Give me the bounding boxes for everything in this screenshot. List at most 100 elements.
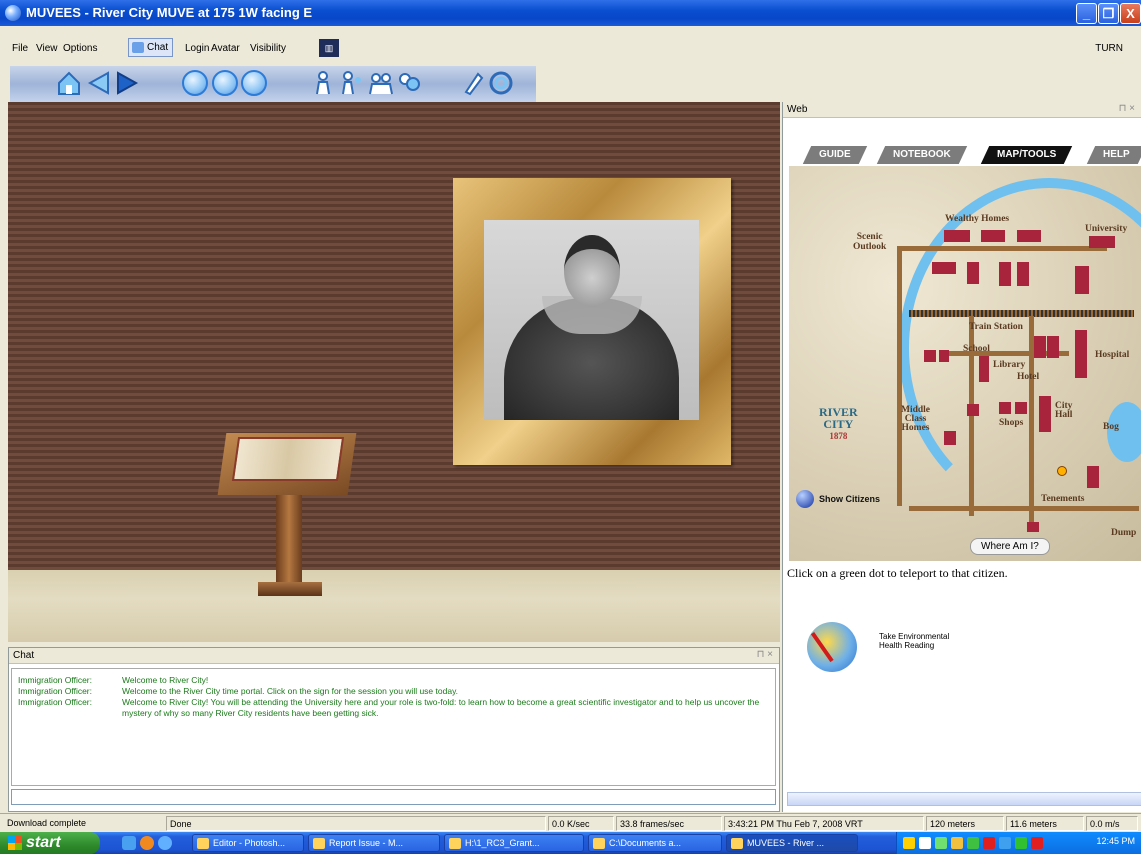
where-am-i-button[interactable]: Where Am I?: [970, 538, 1050, 555]
tray-volume-icon[interactable]: [951, 837, 963, 849]
lectern-post: [276, 495, 302, 587]
window-titlebar[interactable]: MUVEES - River City MUVE at 175 1W facin…: [0, 0, 1141, 26]
menu-view[interactable]: View: [36, 43, 58, 54]
menu-avatar[interactable]: Avatar: [211, 43, 240, 54]
tool-icon[interactable]: [460, 70, 486, 96]
group-icon[interactable]: [368, 70, 394, 96]
chat-sender: Immigration Officer:: [18, 675, 93, 685]
home-icon[interactable]: [56, 70, 82, 96]
map-building: [1087, 466, 1099, 488]
chat-log[interactable]: Immigration Officer: Welcome to River Cit…: [11, 668, 776, 786]
task-report-issue[interactable]: Report Issue - M...: [308, 834, 440, 852]
map-building: [1075, 266, 1089, 294]
map-label-shops: Shops: [999, 418, 1024, 428]
chat-text: Welcome to River City!: [122, 675, 209, 685]
close-button[interactable]: X: [1120, 3, 1141, 24]
map-building: [1034, 336, 1046, 358]
minimize-button[interactable]: _: [1076, 3, 1097, 24]
tray-messenger-icon[interactable]: [1015, 837, 1027, 849]
swirl-icon[interactable]: [488, 70, 514, 96]
start-button[interactable]: start: [0, 832, 100, 854]
map-building: [924, 350, 936, 362]
tab-map-tools[interactable]: MAP/TOOLS: [980, 146, 1073, 164]
circle-1-icon[interactable]: [182, 70, 208, 96]
maximize-button[interactable]: ❐: [1098, 3, 1119, 24]
chat-input[interactable]: [11, 789, 776, 805]
back-arrow-icon[interactable]: [86, 70, 112, 96]
map-title-text: RIVER CITY: [819, 405, 858, 431]
menu-visibility[interactable]: Visibility: [250, 43, 286, 54]
group-2-icon[interactable]: [396, 70, 422, 96]
tray-antivirus-icon[interactable]: [1031, 837, 1043, 849]
map-label-school: School: [963, 344, 990, 354]
show-citizens-toggle[interactable]: Show Citizens: [796, 490, 880, 508]
status-frame-rate: 33.8 frames/sec: [616, 816, 722, 831]
map-label-tenements: Tenements: [1041, 494, 1085, 504]
person-2-icon[interactable]: [338, 70, 364, 96]
chat-message: Immigration Officer: Welcome to River Cit…: [18, 675, 769, 686]
chat-panel-header: Chat ⊓ ×: [9, 648, 779, 664]
open-book[interactable]: [231, 437, 345, 481]
map-label-wealthy-homes: Wealthy Homes: [945, 214, 1010, 224]
map-road: [897, 246, 902, 506]
status-distance-2: 11.6 meters: [1006, 816, 1084, 831]
map-road: [897, 246, 1107, 251]
portrait-frame[interactable]: [453, 178, 731, 465]
task-muvees[interactable]: MUVEES - River ...: [726, 834, 858, 852]
status-done: Done: [166, 816, 546, 831]
environmental-reading-label[interactable]: Take Environmental Health Reading: [879, 632, 999, 650]
circle-2-icon[interactable]: [212, 70, 238, 96]
map-label-dump: Dump: [1111, 528, 1137, 538]
status-bar: Download complete Done 0.0 K/sec 33.8 fr…: [0, 813, 1141, 832]
tray-update-icon[interactable]: [999, 837, 1011, 849]
menu-login[interactable]: Login: [185, 43, 209, 54]
chat-text: Welcome to River City! You will be atten…: [122, 697, 760, 718]
task-documents-folder[interactable]: C:\Documents a...: [588, 834, 722, 852]
tray-shield-icon[interactable]: [903, 837, 915, 849]
quicklaunch-desktop-icon[interactable]: [122, 836, 136, 850]
map-building: [1039, 396, 1051, 432]
tray-app-icon[interactable]: [919, 837, 931, 849]
lectern-base: [258, 582, 322, 596]
web-tabs: GUIDE NOTEBOOK MAP/TOOLS HELP: [789, 142, 1141, 164]
tab-guide[interactable]: GUIDE: [802, 146, 867, 164]
environmental-reading-globe-icon[interactable]: [807, 622, 857, 672]
circle-3-icon[interactable]: [241, 70, 267, 96]
you-are-here-marker: [1057, 466, 1067, 476]
map-building: [1047, 336, 1059, 358]
tab-label: HELP: [1103, 149, 1130, 160]
quicklaunch-ie-icon[interactable]: [158, 836, 172, 850]
map-building: [1017, 230, 1041, 242]
task-grant-folder[interactable]: H:\1_RC3_Grant...: [444, 834, 584, 852]
turn-button[interactable]: TURN: [1095, 43, 1123, 54]
menu-bar: File View Options Chat Login Avatar Visi…: [0, 26, 1141, 66]
navigation-toolbar: [10, 66, 536, 102]
window-title: MUVEES - River City MUVE at 175 1W facin…: [26, 5, 313, 20]
menu-file[interactable]: File: [12, 43, 28, 54]
person-icon[interactable]: [310, 70, 336, 96]
chat-sender: Immigration Officer:: [18, 686, 93, 696]
pin-close-icon[interactable]: ⊓ ×: [1119, 103, 1135, 114]
map-label-scenic-outlook: Scenic Outlook: [853, 232, 887, 252]
tab-help[interactable]: HELP: [1086, 146, 1141, 164]
menu-chat[interactable]: Chat: [128, 38, 174, 57]
map-label-middle-class-homes: Middle Class Homes: [901, 405, 931, 433]
tray-mail-icon[interactable]: [983, 837, 995, 849]
quicklaunch-firefox-icon[interactable]: [140, 836, 154, 850]
menu-options[interactable]: Options: [63, 43, 97, 54]
tab-notebook[interactable]: NOTEBOOK: [876, 146, 967, 164]
map-building: [1015, 402, 1027, 414]
pin-close-icon[interactable]: ⊓ ×: [757, 649, 773, 660]
status-distance-1: 120 meters: [926, 816, 1004, 831]
forward-arrow-icon[interactable]: [114, 70, 140, 96]
task-photoshop[interactable]: Editor - Photosh...: [192, 834, 304, 852]
web-panel-header: Web ⊓ ×: [783, 102, 1141, 118]
tray-network-icon[interactable]: [935, 837, 947, 849]
map-title-year: 1878: [829, 431, 848, 441]
horizontal-scrollbar[interactable]: [787, 792, 1141, 806]
city-map[interactable]: Wealthy Homes University Scenic Outlook …: [789, 166, 1141, 561]
map-building: [979, 356, 989, 382]
muve-logo-icon[interactable]: ▥: [319, 39, 339, 57]
map-building: [1027, 522, 1039, 532]
tray-status-icon[interactable]: [967, 837, 979, 849]
